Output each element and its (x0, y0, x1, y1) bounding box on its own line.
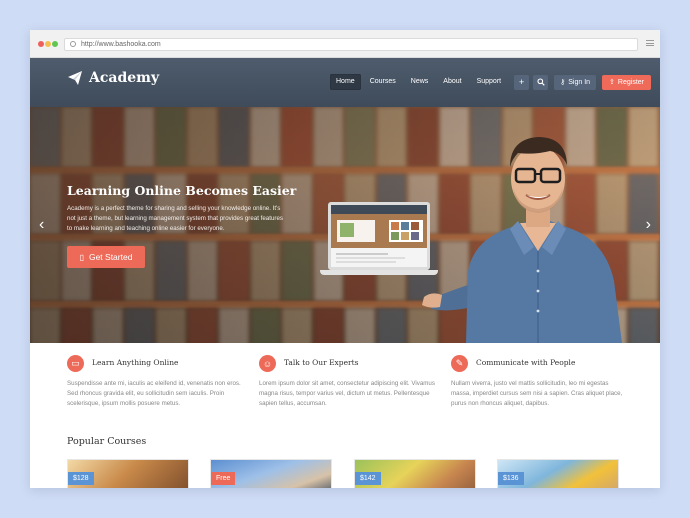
search-icon (537, 78, 545, 86)
book-icon: ▯ (79, 252, 84, 262)
minimize-window-button[interactable] (45, 41, 51, 47)
course-price-badge: Free (211, 472, 236, 485)
feature-text: Nullam viverra, justo vel mattis sollici… (451, 380, 623, 407)
course-price-badge: $128 (68, 472, 94, 485)
user-icon: ☺ (259, 355, 276, 372)
main-nav: Home Courses News About Support + ⚷ Sign… (330, 74, 651, 90)
register-button[interactable]: ⇪ Register (602, 74, 651, 90)
nav-item-support[interactable]: Support (471, 74, 508, 90)
browser-toolbar: http://www.bashooka.com (30, 30, 660, 58)
feature-text: Suspendisse ante mi, iaculis ac eleifend… (67, 380, 241, 407)
feature-title: Learn Anything Online (92, 358, 179, 367)
reload-icon[interactable] (70, 41, 76, 47)
upload-icon: ⇪ (609, 79, 615, 86)
hero-description: Academy is a perfect theme for sharing a… (67, 205, 283, 232)
course-card[interactable]: $142 (354, 459, 476, 488)
site-header: Academy Home Courses News About Support … (30, 58, 660, 107)
logo-text: Academy (89, 70, 160, 86)
course-card[interactable]: $128 (67, 459, 189, 488)
paper-plane-icon (68, 71, 82, 85)
nav-item-courses[interactable]: Courses (364, 74, 402, 90)
register-label: Register (617, 78, 644, 86)
course-card[interactable]: $136 (497, 459, 619, 488)
site-logo[interactable]: Academy (67, 70, 159, 86)
get-started-button[interactable]: ▯ Get Started (67, 246, 145, 268)
nav-item-news[interactable]: News (405, 74, 435, 90)
slider-next-arrow-icon[interactable]: › (646, 217, 651, 233)
browser-menu-icon[interactable] (646, 40, 654, 46)
address-text: http://www.bashooka.com (81, 41, 161, 48)
address-bar[interactable]: http://www.bashooka.com (64, 38, 638, 51)
slider-prev-arrow-icon[interactable]: ‹ (39, 217, 44, 233)
plus-icon: + (518, 76, 525, 87)
popular-courses-heading: Popular Courses (67, 436, 147, 447)
search-button[interactable] (533, 74, 549, 90)
sign-in-label: Sign In (568, 78, 591, 86)
maximize-window-button[interactable] (52, 41, 58, 47)
course-price-badge: $142 (355, 472, 381, 485)
get-started-label: Get Started (88, 252, 133, 262)
close-window-button[interactable] (38, 41, 44, 47)
nav-item-about[interactable]: About (437, 74, 467, 90)
course-card[interactable]: Free (210, 459, 332, 488)
instructor-photo (422, 137, 622, 343)
feature-text: Lorem ipsum dolor sit amet, consectetur … (259, 380, 435, 407)
feature-title: Communicate with People (476, 358, 576, 367)
sign-in-button[interactable]: ⚷ Sign In (554, 74, 597, 90)
feature-title: Talk to Our Experts (284, 358, 359, 367)
course-price-badge: $136 (498, 472, 524, 485)
chat-icon: ✎ (451, 355, 468, 372)
hero-slider: ‹ › Learning Online Becomes Easier Acade… (30, 107, 660, 343)
nav-item-home[interactable]: Home (330, 74, 361, 90)
browser-window: http://www.bashooka.com Academy Home Cou… (30, 30, 660, 488)
add-button[interactable]: + (514, 74, 530, 90)
hero-title: Learning Online Becomes Easier (67, 183, 297, 198)
monitor-icon: ▭ (67, 355, 84, 372)
key-icon: ⚷ (560, 79, 566, 86)
